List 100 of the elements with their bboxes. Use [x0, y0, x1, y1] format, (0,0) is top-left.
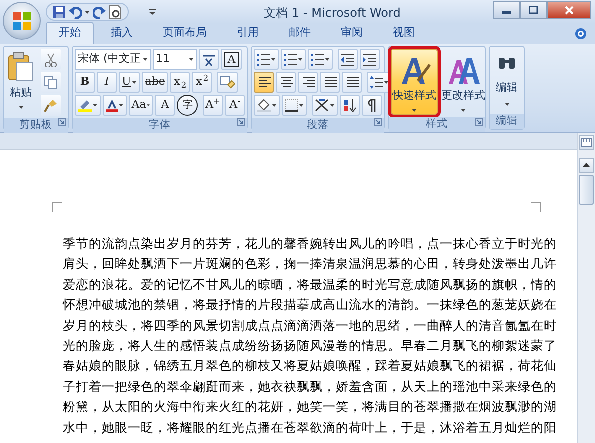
close-button[interactable]: [547, 1, 591, 19]
ribbon-tab[interactable]: 审阅: [328, 22, 376, 44]
text-line: 岁月的枝头，将四季的风景切割成点点滴滴洒落一地的思绪，一曲醉人的清音氤氲在时: [63, 316, 558, 335]
format-button[interactable]: x$_{2}$: [170, 72, 190, 93]
dialog-launcher-icon[interactable]: [475, 118, 483, 126]
ribbon-tab[interactable]: 视图: [380, 22, 428, 44]
brush-icon: [44, 98, 58, 112]
alignment-button[interactable]: [320, 72, 340, 93]
caret-icon: [272, 104, 277, 107]
highlighter-icon: [78, 98, 92, 112]
scroll-up-button[interactable]: [579, 158, 594, 172]
phonetic-guide-button[interactable]: [199, 49, 219, 70]
caret-icon: [271, 58, 276, 61]
show-marks-button[interactable]: [362, 95, 382, 116]
caret-icon: [119, 104, 124, 107]
font-effect-button[interactable]: 字: [177, 95, 198, 116]
crop-mark-icon: [531, 202, 541, 212]
list-icon: [284, 53, 297, 66]
font-color-icon: [106, 98, 118, 112]
dialog-launcher-icon[interactable]: [374, 118, 382, 126]
format-button[interactable]: abe: [142, 72, 168, 93]
dialog-launcher-icon[interactable]: [237, 118, 245, 126]
font-effect-button[interactable]: A: [155, 95, 176, 116]
format-button[interactable]: x$^{2}$: [192, 72, 212, 93]
alignment-button[interactable]: [342, 72, 362, 93]
quick-styles-button[interactable]: 快速样式: [391, 49, 438, 114]
paste-button[interactable]: 粘贴: [6, 49, 36, 116]
format-button[interactable]: B: [75, 72, 95, 93]
chinese-layout-button[interactable]: [312, 95, 338, 116]
customize-toolbar-button[interactable]: [148, 9, 156, 15]
line-spacing-icon: [370, 76, 383, 89]
alignment-button[interactable]: [298, 72, 318, 93]
maximize-button[interactable]: [520, 1, 547, 19]
editing-button[interactable]: 编辑: [492, 49, 522, 112]
ribbon-tab[interactable]: 插入: [98, 22, 146, 44]
group-label: 编辑: [490, 114, 524, 129]
caret-icon: [148, 9, 156, 15]
scroll-thumb[interactable]: [579, 174, 594, 204]
caret-icon: [299, 104, 304, 107]
font-effect-button[interactable]: A$^{-}$: [225, 95, 245, 116]
ribbon-tab[interactable]: 邮件: [276, 22, 324, 44]
caret-icon: [298, 58, 303, 61]
alignment-button[interactable]: [276, 72, 296, 93]
character-border-button[interactable]: A: [221, 49, 242, 70]
clear-formatting-button[interactable]: [217, 72, 238, 93]
alignment-button[interactable]: [254, 72, 274, 93]
sort-button[interactable]: [340, 95, 360, 116]
bullets-button[interactable]: [254, 49, 279, 70]
undo-button[interactable]: [69, 6, 90, 18]
alignment-icon: [324, 76, 336, 89]
print-preview-button[interactable]: [108, 5, 122, 19]
shading-button[interactable]: [254, 95, 280, 116]
borders-button[interactable]: [282, 95, 307, 116]
save-button[interactable]: [53, 6, 66, 18]
multilevel-list-button[interactable]: [308, 49, 333, 70]
undo-arrow-icon: [69, 6, 82, 18]
format-painter-button[interactable]: [40, 95, 61, 116]
font-name-field[interactable]: 宋体 (中文正: [75, 49, 151, 70]
ribbon-tab[interactable]: 开始: [46, 22, 94, 44]
font-size-field[interactable]: 11: [153, 49, 197, 70]
help-icon[interactable]: [575, 28, 587, 40]
maximize-icon: [529, 6, 538, 14]
paragraph-mark-icon: [366, 99, 377, 112]
ruler-toggle-button[interactable]: [579, 135, 594, 150]
text-line: 季节的流韵点染出岁月的芬芳，花儿的馨香婉转出风儿的吟唱，点一抹心香立于时光的: [63, 235, 558, 253]
paint-bucket-icon: [257, 99, 271, 112]
cut-button[interactable]: [40, 49, 61, 70]
ribbon-tab[interactable]: 引用: [224, 22, 272, 44]
vertical-scrollbar[interactable]: [577, 133, 595, 443]
format-button[interactable]: I: [97, 72, 117, 93]
redo-button[interactable]: [92, 6, 106, 18]
crop-mark-icon: [52, 202, 62, 212]
font-effect-button[interactable]: A$^{+}$: [203, 95, 223, 116]
text-line: 水中，她眼一眨，将耀眼的红光点播在苍翠欲滴的荷叶上，于是，沐浴着五月灿烂的阳: [63, 418, 558, 437]
minimize-icon: [502, 11, 511, 14]
caret-icon: [84, 10, 90, 14]
caret-icon: [143, 58, 148, 61]
close-icon: [564, 6, 574, 15]
decrease-indent-button[interactable]: [338, 49, 358, 70]
numbering-button[interactable]: [281, 49, 306, 70]
ribbon-tab[interactable]: 页面布局: [150, 22, 220, 44]
text-line: 粉黛，从太阳的火海中衔来火红的花妍，她笑一笑，将满目的苍翠播撒在烟波飘渺的湖: [63, 398, 558, 416]
office-button[interactable]: [3, 2, 41, 40]
caret-icon: [504, 102, 510, 106]
font-color-button[interactable]: [102, 95, 127, 116]
format-button[interactable]: U: [119, 72, 140, 93]
highlight-button[interactable]: [75, 95, 101, 116]
change-styles-button[interactable]: 更改样式: [440, 49, 487, 114]
dialog-launcher-icon[interactable]: [58, 118, 66, 126]
indent-icon: [363, 53, 376, 66]
text-line: 怀想冲破城池的禁锢，将最抒情的片段描摹成高山流水的清韵。一抹绿色的葱茏妖娆在: [63, 296, 558, 314]
font-effect-button[interactable]: Aa: [128, 95, 154, 116]
minimize-button[interactable]: [493, 1, 520, 19]
increase-indent-button[interactable]: [360, 49, 380, 70]
alignment-icon: [302, 76, 314, 89]
redo-arrow-icon: [92, 6, 106, 18]
alignment-icon: [258, 76, 270, 89]
caret-icon: [93, 104, 98, 107]
letters-icon: [448, 56, 480, 86]
group-label: 剪贴板: [4, 118, 68, 133]
